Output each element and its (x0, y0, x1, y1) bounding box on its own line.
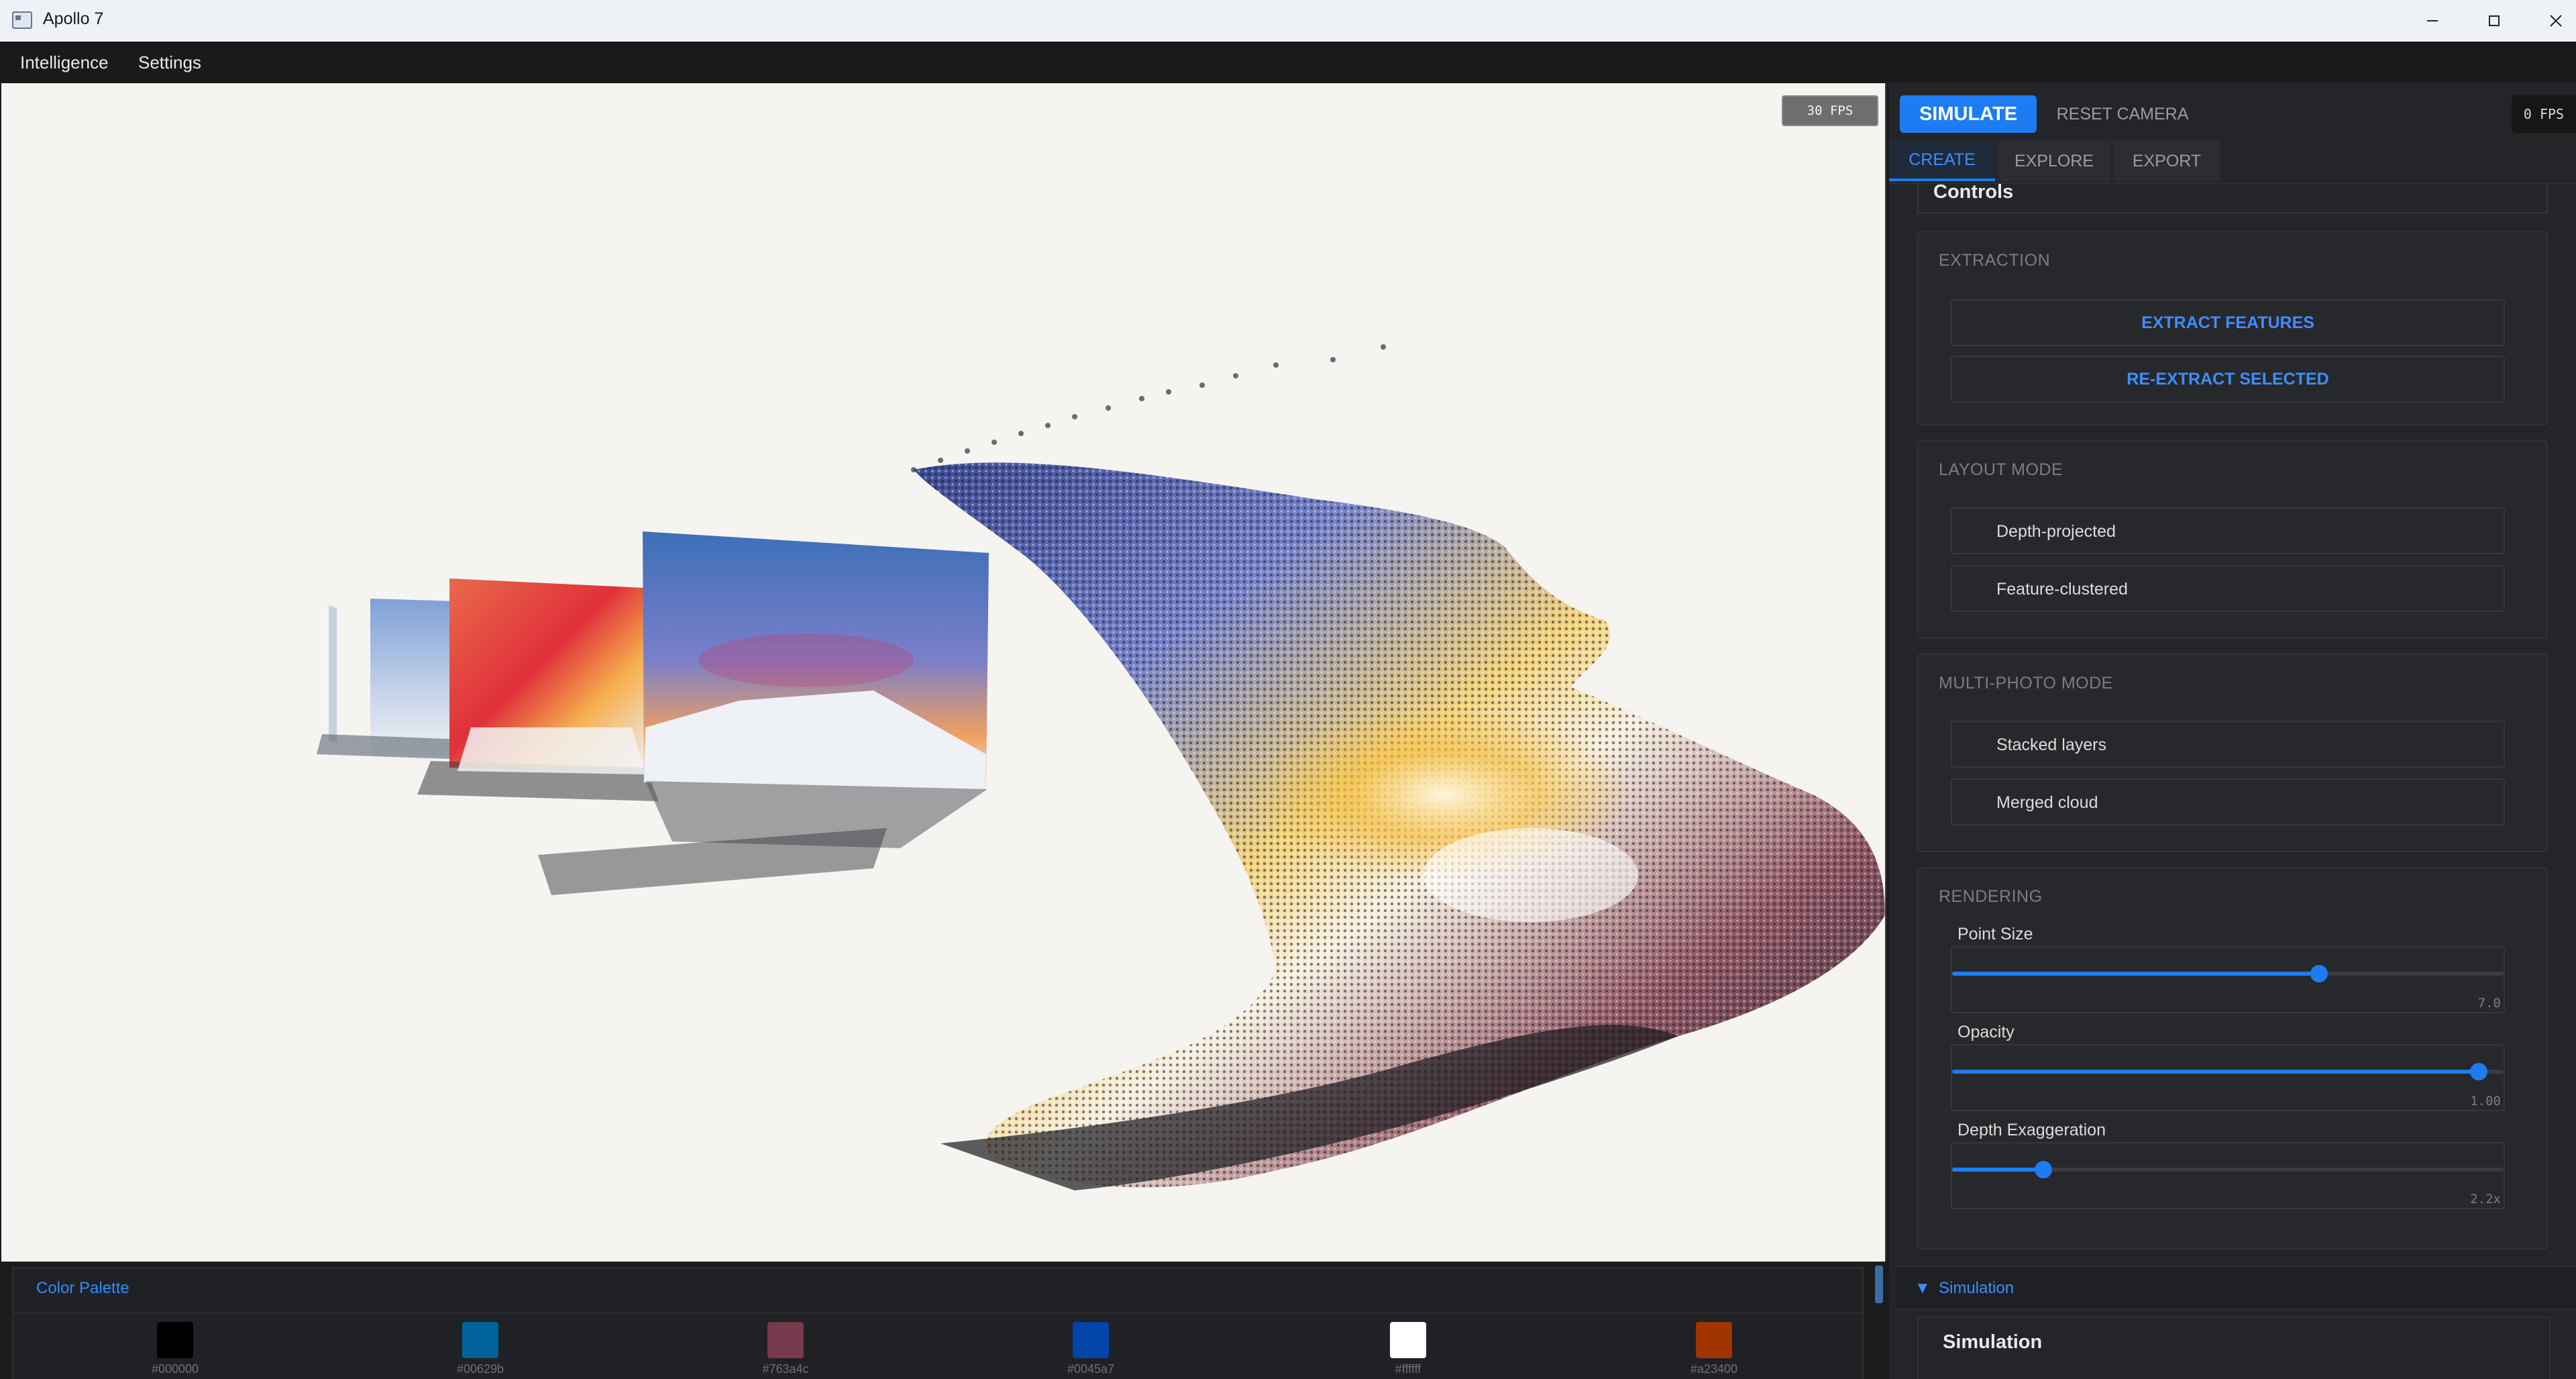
swatch-label: #000000 (151, 1362, 199, 1376)
multi-photo-mode-label: MULTI-PHOTO MODE (1939, 674, 2113, 693)
swatch-label: #ffffff (1395, 1362, 1421, 1376)
depth-exaggeration-slider[interactable] (1952, 1161, 2504, 1178)
slider-fill (1952, 972, 2319, 976)
opacity-slider[interactable] (1952, 1063, 2504, 1080)
menu-settings[interactable]: Settings (138, 52, 201, 73)
option-label: Feature-clustered (1996, 580, 2128, 599)
swatch-label: #a23400 (1690, 1362, 1738, 1376)
tab-create[interactable]: CREATE (1889, 141, 1995, 181)
extraction-label: EXTRACTION (1939, 251, 2051, 270)
controls-header: Controls (1917, 183, 2548, 213)
color-palette-panel: Color Palette #000000 #00629b #763a4c #0… (12, 1267, 1864, 1379)
swatch-label: #00629b (456, 1362, 504, 1376)
opacity-slider-box: 1.00 (1951, 1044, 2505, 1111)
slider-thumb[interactable] (2034, 1161, 2052, 1178)
point-size-value: 7.0 (2477, 996, 2501, 1011)
maximize-icon (2489, 15, 2500, 26)
maximize-button[interactable] (2463, 0, 2525, 42)
swatch-label: #0045a7 (1067, 1362, 1115, 1376)
layout-option-feature-clustered[interactable]: Feature-clustered (1951, 565, 2505, 612)
controls-title: Controls (1933, 183, 2014, 203)
point-size-slider[interactable] (1952, 965, 2504, 982)
simulate-button[interactable]: SIMULATE (1900, 95, 2037, 133)
palette-swatch[interactable] (157, 1322, 193, 1358)
rendering-label: RENDERING (1939, 887, 2043, 906)
multi-photo-mode-section: MULTI-PHOTO MODE Stacked layers Merged c… (1917, 654, 2548, 852)
layout-option-depth-projected[interactable]: Depth-projected (1951, 507, 2505, 554)
option-label: Depth-projected (1996, 522, 2116, 541)
layout-mode-label: LAYOUT MODE (1939, 460, 2063, 479)
point-size-label: Point Size (1957, 925, 2033, 943)
palette-swatch[interactable] (1073, 1322, 1109, 1358)
reset-camera-button[interactable]: RESET CAMERA (2049, 95, 2196, 133)
photo-layer-back (317, 599, 471, 762)
option-label: Stacked layers (1996, 735, 2106, 754)
point-cloud-scene (317, 344, 1885, 1190)
simulation-section-header[interactable]: ▼ Simulation (1896, 1266, 2576, 1310)
point-size-slider-box: 7.0 (1951, 946, 2505, 1013)
extraction-section: EXTRACTION EXTRACT FEATURES RE-EXTRACT S… (1917, 231, 2548, 425)
opacity-value: 1.00 (2470, 1094, 2501, 1109)
palette-swatch[interactable] (1390, 1322, 1426, 1358)
slider-thumb[interactable] (2470, 1063, 2487, 1080)
palette-title: Color Palette (36, 1279, 129, 1297)
palette-swatch[interactable] (462, 1322, 498, 1358)
re-extract-selected-button[interactable]: RE-EXTRACT SELECTED (1951, 356, 2505, 403)
rendering-section: RENDERING Point Size 7.0 Opacity 1.00 De… (1917, 867, 2548, 1249)
simulation-title: Simulation (1943, 1331, 2043, 1353)
collapse-arrow-icon: ▼ (1915, 1279, 1931, 1297)
menu-intelligence[interactable]: Intelligence (20, 52, 109, 73)
extract-features-button[interactable]: EXTRACT FEATURES (1951, 299, 2505, 346)
palette-swatch[interactable] (1696, 1322, 1732, 1358)
point-trail (911, 344, 1386, 472)
minimize-icon (2427, 20, 2438, 21)
menu-bar: Intelligence Settings (0, 42, 2576, 84)
depth-exaggeration-label: Depth Exaggeration (1957, 1121, 2106, 1139)
swatch-label: #763a4c (762, 1362, 809, 1376)
viewport-fps-counter: 30 FPS (1782, 95, 1878, 126)
multi-photo-option-stacked-layers[interactable]: Stacked layers (1951, 721, 2505, 768)
palette-divider (13, 1313, 1862, 1314)
3d-viewport[interactable]: 30 FPS (1, 83, 1886, 1262)
palette-swatch[interactable] (767, 1322, 804, 1358)
tab-explore[interactable]: EXPLORE (1998, 141, 2110, 181)
point-cloud (914, 462, 1885, 1190)
control-panel: SIMULATE RESET CAMERA 0 FPS CREATE EXPLO… (1889, 83, 2576, 1379)
app-icon (12, 11, 32, 29)
panel-tabs: CREATE EXPLORE EXPORT (1889, 141, 2576, 184)
panel-scroll-area[interactable]: Controls EXTRACTION EXTRACT FEATURES RE-… (1889, 183, 2576, 1379)
layout-mode-section: LAYOUT MODE Depth-projected Feature-clus… (1917, 440, 2548, 639)
multi-photo-option-merged-cloud[interactable]: Merged cloud (1951, 778, 2505, 825)
close-icon (2550, 15, 2562, 27)
slider-fill (1952, 1070, 2479, 1074)
palette-scrollbar[interactable] (1875, 1266, 1883, 1303)
opacity-label: Opacity (1957, 1023, 2015, 1041)
minimize-button[interactable] (2402, 0, 2463, 42)
slider-thumb[interactable] (2310, 965, 2328, 982)
simulation-header-label: Simulation (1939, 1279, 2015, 1297)
panel-fps-counter: 0 FPS (2512, 95, 2576, 133)
tab-export[interactable]: EXPORT (2113, 141, 2220, 181)
close-button[interactable] (2525, 0, 2576, 42)
title-bar: Apollo 7 (0, 0, 2576, 42)
option-label: Merged cloud (1996, 793, 2098, 812)
depth-exaggeration-slider-box: 2.2x (1951, 1142, 2505, 1209)
slider-fill (1952, 1168, 2043, 1172)
window-title: Apollo 7 (43, 9, 104, 28)
depth-exaggeration-value: 2.2x (2470, 1192, 2501, 1207)
photo-layer-middle (417, 578, 659, 801)
